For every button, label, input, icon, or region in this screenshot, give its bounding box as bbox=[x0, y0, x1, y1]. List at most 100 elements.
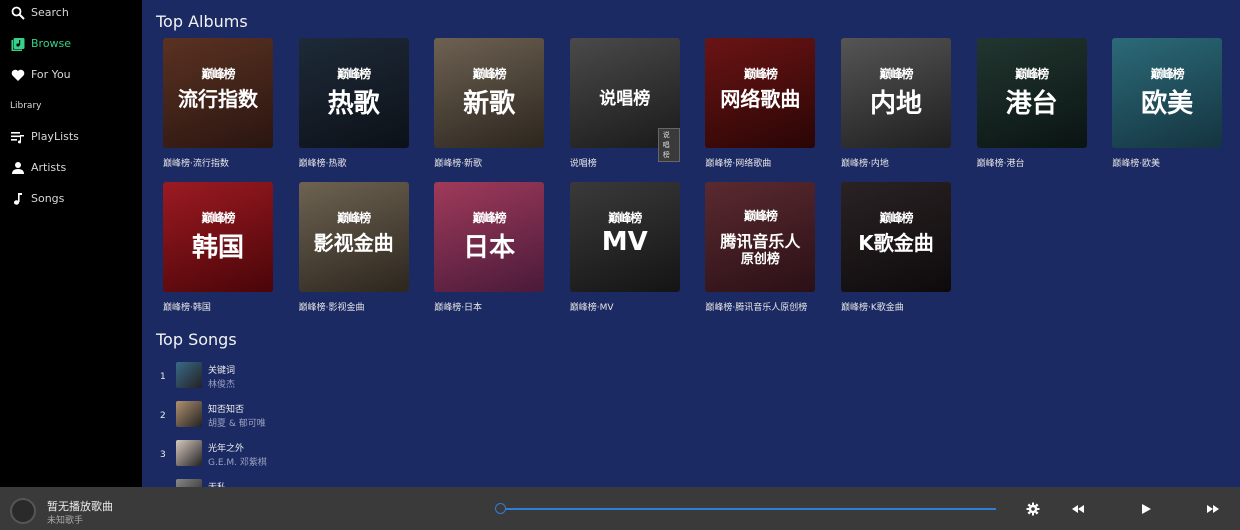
cover-title-text: 说唱榜 bbox=[599, 89, 651, 109]
cover-title-text: 网络歌曲 bbox=[720, 87, 801, 111]
sidebar-item-label: Artists bbox=[31, 161, 67, 174]
cover-title-text: 热歌 bbox=[327, 89, 380, 119]
album-card[interactable]: 巅峰榜 K歌金曲 巅峰榜·K歌金曲 bbox=[841, 182, 951, 313]
album-caption[interactable]: 巅峰榜·流行指数 bbox=[163, 156, 293, 169]
cover-subtitle-text: 原创榜 bbox=[740, 252, 780, 267]
sidebar-item-for-you[interactable]: For You bbox=[0, 62, 142, 90]
cover-title-text: K歌金曲 bbox=[858, 231, 934, 255]
sidebar-item-browse[interactable]: Browse bbox=[0, 31, 142, 59]
song-row[interactable]: 3 光年之外 G.E.M. 邓紫棋 bbox=[156, 440, 556, 472]
song-row[interactable]: 1 关键词 林俊杰 bbox=[156, 362, 556, 394]
album-card[interactable]: 巅峰榜 韩国 巅峰榜·韩国 bbox=[163, 182, 273, 313]
cover-brand-text: 巅峰榜 bbox=[1150, 67, 1185, 81]
song-thumbnail bbox=[176, 479, 202, 487]
cover-title-text: 影视金曲 bbox=[313, 231, 394, 255]
cover-brand-text: 巅峰榜 bbox=[472, 211, 507, 225]
album-cover[interactable]: 巅峰榜 内地 bbox=[841, 38, 951, 148]
main-content: Top Albums 巅峰榜 流行指数 巅峰榜·流行指数 巅峰榜 热歌 巅峰榜·热歌 巅峰榜… bbox=[142, 0, 1240, 487]
album-card[interactable]: 巅峰榜 流行指数 巅峰榜·流行指数 bbox=[163, 38, 273, 169]
top-albums-title: Top Albums bbox=[156, 12, 248, 31]
song-artist[interactable]: 胡夏 & 郁可唯 bbox=[208, 416, 266, 429]
album-card[interactable]: 巅峰榜 腾讯音乐人 原创榜 巅峰榜·腾讯音乐人原创榜 bbox=[705, 182, 816, 313]
album-cover[interactable]: 巅峰榜 腾讯音乐人 原创榜 bbox=[705, 182, 816, 292]
fast-forward-icon[interactable] bbox=[1206, 502, 1220, 516]
sidebar-item-artists[interactable]: Artists bbox=[0, 155, 142, 183]
rewind-icon[interactable] bbox=[1071, 502, 1085, 516]
sidebar-item-songs[interactable]: Songs bbox=[0, 186, 142, 214]
album-card[interactable]: 巅峰榜 新歌 巅峰榜·新歌 bbox=[434, 38, 545, 169]
cover-brand-text: 巅峰榜 bbox=[472, 67, 507, 81]
sidebar-item-label: Songs bbox=[31, 192, 65, 205]
song-thumbnail bbox=[176, 401, 202, 427]
album-art-placeholder bbox=[10, 498, 36, 524]
album-card[interactable]: 巅峰榜 MV 巅峰榜·MV bbox=[569, 182, 680, 313]
song-artist[interactable]: 林俊杰 bbox=[208, 377, 235, 390]
album-cover[interactable]: 巅峰榜 影视金曲 bbox=[298, 182, 409, 292]
album-card[interactable]: 巅峰榜 港台 巅峰榜·港台 bbox=[976, 38, 1087, 169]
album-card[interactable]: 巅峰榜 热歌 巅峰榜·热歌 bbox=[298, 38, 409, 169]
album-caption[interactable]: 巅峰榜·韩国 bbox=[163, 300, 293, 313]
album-card[interactable]: 巅峰榜 网络歌曲 巅峰榜·网络歌曲 bbox=[705, 38, 816, 169]
song-title: 关键词 bbox=[208, 366, 236, 376]
album-cover[interactable]: 巅峰榜 日本 bbox=[434, 182, 545, 292]
player-bar: 暂无播放歌曲 未知歌手 bbox=[0, 487, 1240, 530]
library-heading: Library bbox=[10, 101, 42, 111]
album-card[interactable]: 巅峰榜 影视金曲 巅峰榜·影视金曲 bbox=[298, 182, 409, 313]
sidebar: Search Browse For You Library PlayLists bbox=[0, 0, 142, 487]
album-cover[interactable]: 巅峰榜 网络歌曲 bbox=[705, 38, 816, 148]
cover-brand-text: 巅峰榜 bbox=[201, 211, 235, 225]
song-row[interactable]: 2 知否知否 胡夏 & 郁可唯 bbox=[156, 401, 556, 433]
play-icon[interactable] bbox=[1139, 502, 1153, 516]
album-caption[interactable]: 巅峰榜·新歌 bbox=[434, 156, 564, 169]
album-cover[interactable]: 巅峰榜 K歌金曲 bbox=[841, 182, 951, 292]
album-cover[interactable]: 巅峰榜 韩国 bbox=[163, 182, 273, 292]
album-caption[interactable]: 巅峰榜·日本 bbox=[434, 300, 564, 313]
cover-title-text: 日本 bbox=[463, 233, 516, 263]
sidebar-item-playlists[interactable]: PlayLists bbox=[0, 124, 142, 152]
album-caption[interactable]: 说唱榜 bbox=[570, 156, 700, 169]
search-icon bbox=[11, 6, 25, 20]
song-row[interactable]: 无私 bbox=[156, 479, 556, 487]
album-cover[interactable]: 巅峰榜 港台 bbox=[976, 38, 1087, 148]
sidebar-item-label: Browse bbox=[31, 37, 72, 50]
album-caption[interactable]: 巅峰榜·港台 bbox=[977, 156, 1107, 169]
album-caption[interactable]: 巅峰榜·网络歌曲 bbox=[705, 156, 835, 169]
now-playing-title: 暂无播放歌曲 bbox=[47, 500, 113, 513]
album-caption[interactable]: 巅峰榜·影视金曲 bbox=[299, 300, 429, 313]
sidebar-item-search[interactable]: Search bbox=[0, 0, 142, 28]
album-caption[interactable]: 巅峰榜·MV bbox=[570, 300, 700, 313]
album-caption[interactable]: 巅峰榜·内地 bbox=[841, 156, 971, 169]
album-cover[interactable]: 巅峰榜 热歌 bbox=[298, 38, 409, 148]
album-card[interactable]: 巅峰榜 内地 巅峰榜·内地 bbox=[841, 38, 951, 169]
cover-title-text: 流行指数 bbox=[178, 87, 258, 111]
album-card[interactable]: 巅峰榜 日本 巅峰榜·日本 bbox=[434, 182, 545, 313]
album-caption[interactable]: 巅峰榜·K歌金曲 bbox=[841, 300, 971, 313]
album-cover[interactable]: 巅峰榜 欧美 bbox=[1112, 38, 1223, 148]
album-caption[interactable]: 巅峰榜·热歌 bbox=[299, 156, 429, 169]
gear-icon[interactable] bbox=[1026, 502, 1040, 516]
album-cover[interactable]: 巅峰榜 MV bbox=[569, 182, 680, 292]
cover-title-text: MV bbox=[601, 227, 648, 257]
cover-brand-text: 巅峰榜 bbox=[879, 67, 913, 81]
album-card[interactable]: 巅峰榜 欧美 巅峰榜·欧美 bbox=[1112, 38, 1223, 169]
album-card[interactable]: 说唱榜 说唱榜 说唱榜 bbox=[569, 38, 680, 169]
album-cover[interactable]: 巅峰榜 新歌 bbox=[434, 38, 545, 148]
top-songs-title: Top Songs bbox=[156, 330, 237, 349]
sidebar-item-label: For You bbox=[31, 68, 71, 81]
person-icon bbox=[12, 162, 24, 174]
cover-brand-text: 巅峰榜 bbox=[743, 209, 778, 223]
progress-track[interactable] bbox=[500, 508, 996, 510]
album-caption[interactable]: 巅峰榜·欧美 bbox=[1112, 156, 1240, 169]
cover-brand-text: 巅峰榜 bbox=[337, 211, 371, 225]
progress-handle[interactable] bbox=[495, 503, 506, 514]
song-rank: 1 bbox=[160, 372, 166, 382]
song-title: 光年之外 bbox=[208, 444, 245, 454]
music-note-icon bbox=[13, 193, 22, 205]
song-rank: 3 bbox=[160, 450, 166, 460]
song-artist[interactable]: G.E.M. 邓紫棋 bbox=[208, 455, 267, 468]
album-caption[interactable]: 巅峰榜·腾讯音乐人原创榜 bbox=[705, 300, 835, 313]
song-rank: 2 bbox=[160, 411, 166, 421]
cover-title-text: 欧美 bbox=[1141, 89, 1194, 119]
cover-brand-text: 巅峰榜 bbox=[201, 67, 235, 81]
album-cover[interactable]: 巅峰榜 流行指数 bbox=[163, 38, 273, 148]
